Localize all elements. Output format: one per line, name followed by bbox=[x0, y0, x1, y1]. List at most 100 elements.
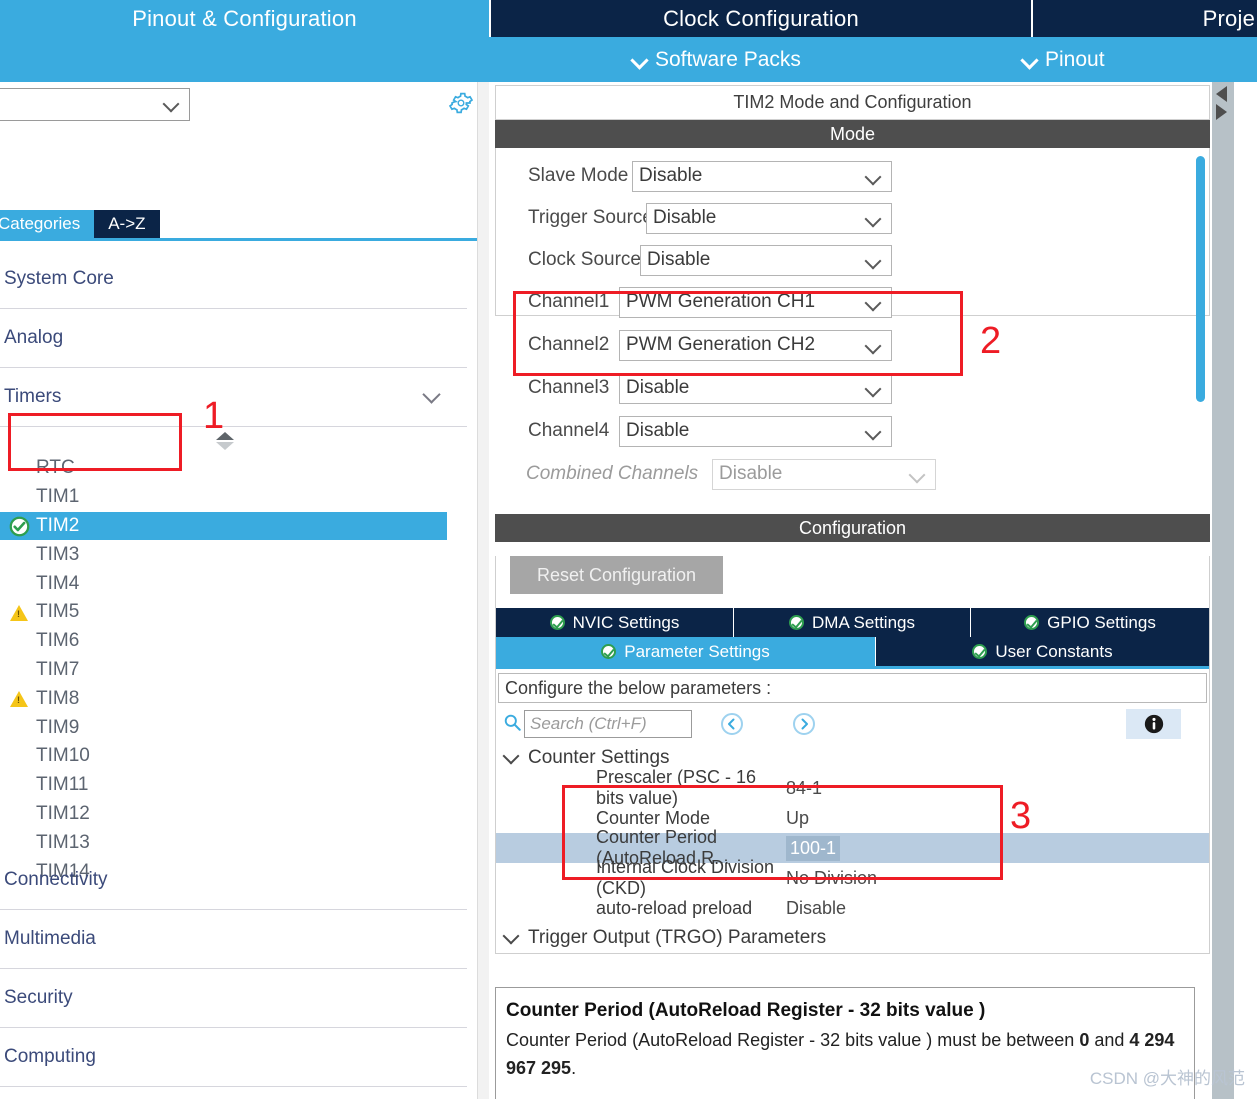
scroll-right-arrow-icon[interactable] bbox=[1216, 104, 1227, 120]
list-item[interactable]: TIM1 bbox=[0, 483, 477, 512]
software-packs-label: Software Packs bbox=[655, 47, 801, 71]
csdn-watermark: CSDN @大神的风范 bbox=[1089, 1069, 1245, 1088]
sidebar-item-system-core-label: System Core bbox=[4, 268, 114, 289]
sidebar-item-timers[interactable]: Timers bbox=[0, 368, 467, 427]
next-circle-icon[interactable] bbox=[792, 712, 816, 736]
param-clock-division-value: No Division bbox=[786, 867, 878, 888]
tab-categories[interactable]: Categories bbox=[0, 210, 95, 238]
list-item[interactable]: TIM6 bbox=[0, 627, 477, 656]
list-item[interactable]: TIM10 bbox=[0, 742, 477, 771]
sidebar-item-timers-label: Timers bbox=[4, 386, 62, 407]
tab-pinout-configuration-label: Pinout & Configuration bbox=[132, 5, 357, 31]
configuration-body: Reset Configuration NVIC Settings DMA Se… bbox=[495, 556, 1210, 954]
right-panel-scrollbar-lower[interactable] bbox=[1212, 514, 1234, 1099]
slave-mode-label: Slave Mode bbox=[528, 165, 629, 186]
mode-scrollbar-thumb[interactable] bbox=[1196, 156, 1205, 402]
sidebar-item-system-core[interactable]: System Core bbox=[0, 250, 1257, 1099]
list-item[interactable]: TIM3 bbox=[0, 540, 477, 569]
channel3-label: Channel3 bbox=[528, 377, 610, 398]
warning-icon bbox=[10, 604, 28, 621]
tab-parameter-settings-label: Parameter Settings bbox=[624, 641, 770, 661]
list-item[interactable]: TIM4 bbox=[0, 569, 477, 598]
software-packs-menu[interactable]: Software Packs bbox=[632, 48, 801, 72]
sort-desc-arrow bbox=[216, 442, 234, 450]
scroll-left-arrow-icon[interactable] bbox=[1216, 86, 1227, 102]
tab-project-manager[interactable]: Proje bbox=[1033, 0, 1257, 37]
group-trgo-parameters-label: Trigger Output (TRGO) Parameters bbox=[528, 927, 827, 948]
tab-user-constants[interactable]: User Constants bbox=[876, 637, 1209, 666]
green-check-icon bbox=[1024, 615, 1040, 630]
sidebar-item-security[interactable]: Security bbox=[0, 969, 1257, 1099]
channel1-select[interactable]: PWM Generation CH1 bbox=[619, 286, 892, 318]
param-row-clock-division[interactable]: Internal Clock Division (CKD) No Divisio… bbox=[496, 857, 1209, 898]
combined-channels-select[interactable]: Disable bbox=[712, 458, 936, 490]
tab-gpio-settings[interactable]: GPIO Settings bbox=[971, 608, 1209, 637]
channel4-select[interactable]: Disable bbox=[619, 415, 892, 447]
reset-configuration-button[interactable]: Reset Configuration bbox=[510, 556, 723, 594]
chevron-down-icon bbox=[867, 297, 880, 310]
config-tabs-row-1: NVIC Settings DMA Settings GPIO Settings bbox=[496, 608, 1209, 637]
channel2-select[interactable]: PWM Generation CH2 bbox=[619, 329, 892, 361]
tab-pinout-configuration[interactable]: Pinout & Configuration bbox=[0, 0, 489, 37]
annotation-number-1: 1 bbox=[203, 395, 225, 437]
ip-search-dropdown[interactable] bbox=[0, 88, 190, 121]
tab-nvic-settings[interactable]: NVIC Settings bbox=[496, 608, 734, 637]
group-trgo-parameters[interactable]: Trigger Output (TRGO) Parameters bbox=[496, 923, 1209, 953]
tab-dma-settings[interactable]: DMA Settings bbox=[734, 608, 971, 637]
param-counter-period-value[interactable]: 100-1 bbox=[786, 835, 841, 861]
ip-tree-tabs: Categories A->Z bbox=[0, 210, 477, 238]
gear-icon[interactable] bbox=[449, 91, 473, 115]
param-row-autoreload-preload[interactable]: auto-reload preload Disable bbox=[496, 893, 1209, 923]
description-tail: . bbox=[571, 1058, 577, 1078]
description-min-value: 0 bbox=[1079, 1030, 1090, 1050]
description-mid: and bbox=[1089, 1030, 1125, 1050]
clock-source-select[interactable]: Disable bbox=[640, 244, 892, 276]
config-tabs-row-2: Parameter Settings User Constants bbox=[496, 637, 1209, 666]
mode-rows: Slave Mode Disable Trigger Source Disabl… bbox=[495, 148, 1210, 490]
slave-mode-select[interactable]: Disable bbox=[632, 160, 892, 192]
tab-a-to-z-label: A->Z bbox=[108, 214, 146, 233]
list-item[interactable]: TIM12 bbox=[0, 800, 477, 829]
slave-mode-value: Disable bbox=[639, 165, 703, 186]
tab-dma-settings-label: DMA Settings bbox=[812, 612, 915, 632]
list-item[interactable]: RTC bbox=[0, 454, 477, 483]
description-body: Counter Period (AutoReload Register - 32… bbox=[506, 1026, 1184, 1082]
list-item[interactable]: TIM8 bbox=[0, 684, 477, 713]
sidebar-item-analog[interactable]: Analog bbox=[0, 309, 1257, 1099]
pinout-menu[interactable]: Pinout bbox=[1022, 48, 1105, 72]
right-panel-scrollbar[interactable] bbox=[1212, 82, 1234, 514]
sidebar-item-multimedia[interactable]: Multimedia bbox=[0, 910, 1257, 1099]
timers-list: RTC TIM1 TIM2 TIM3 TIM4 TIM5 bbox=[0, 454, 477, 886]
prev-circle-icon[interactable] bbox=[720, 712, 744, 736]
sidebar-item-computing[interactable]: Computing bbox=[0, 1028, 467, 1087]
mode-band-label: Mode bbox=[829, 123, 876, 144]
configure-hint: Configure the below parameters : bbox=[498, 673, 1207, 703]
sidebar-item-tim2[interactable]: TIM2 bbox=[0, 511, 447, 541]
param-row-prescaler[interactable]: Prescaler (PSC - 16 bits value) 84-1 bbox=[496, 767, 1209, 808]
clock-source-label: Clock Source bbox=[528, 249, 641, 270]
list-item[interactable]: TIM9 bbox=[0, 713, 477, 742]
channel2-label: Channel2 bbox=[528, 334, 610, 355]
tab-parameter-settings[interactable]: Parameter Settings bbox=[496, 637, 876, 666]
info-button[interactable] bbox=[1126, 709, 1181, 739]
tab-clock-configuration[interactable]: Clock Configuration bbox=[491, 0, 1031, 37]
list-item[interactable]: TIM7 bbox=[0, 656, 477, 685]
chevron-down-icon bbox=[867, 426, 880, 439]
list-item[interactable]: TIM5 bbox=[0, 598, 477, 627]
annotation-number-2: 2 bbox=[980, 320, 1002, 362]
list-item-label: TIM9 bbox=[36, 716, 80, 738]
green-check-icon bbox=[972, 644, 988, 659]
tab-a-to-z[interactable]: A->Z bbox=[94, 210, 160, 238]
search-input[interactable]: Search (Ctrl+F) bbox=[524, 710, 692, 738]
tab-gpio-settings-label: GPIO Settings bbox=[1047, 612, 1156, 632]
search-icon bbox=[504, 714, 521, 731]
channel3-select[interactable]: Disable bbox=[619, 372, 892, 404]
configure-hint-label: Configure the below parameters : bbox=[505, 677, 772, 698]
sidebar-item-connectivity[interactable]: Connectivity bbox=[0, 851, 1257, 1099]
list-item[interactable]: TIM11 bbox=[0, 771, 477, 800]
row-channel1: Channel1 PWM Generation CH1 bbox=[496, 286, 1209, 318]
ip-tree-panel: Categories A->Z System Core Analog Timer… bbox=[0, 82, 1257, 1099]
trigger-source-select[interactable]: Disable bbox=[646, 202, 892, 234]
parameter-search-row: Search (Ctrl+F) bbox=[496, 703, 1209, 743]
left-panel-scrollbar[interactable] bbox=[477, 82, 489, 1099]
